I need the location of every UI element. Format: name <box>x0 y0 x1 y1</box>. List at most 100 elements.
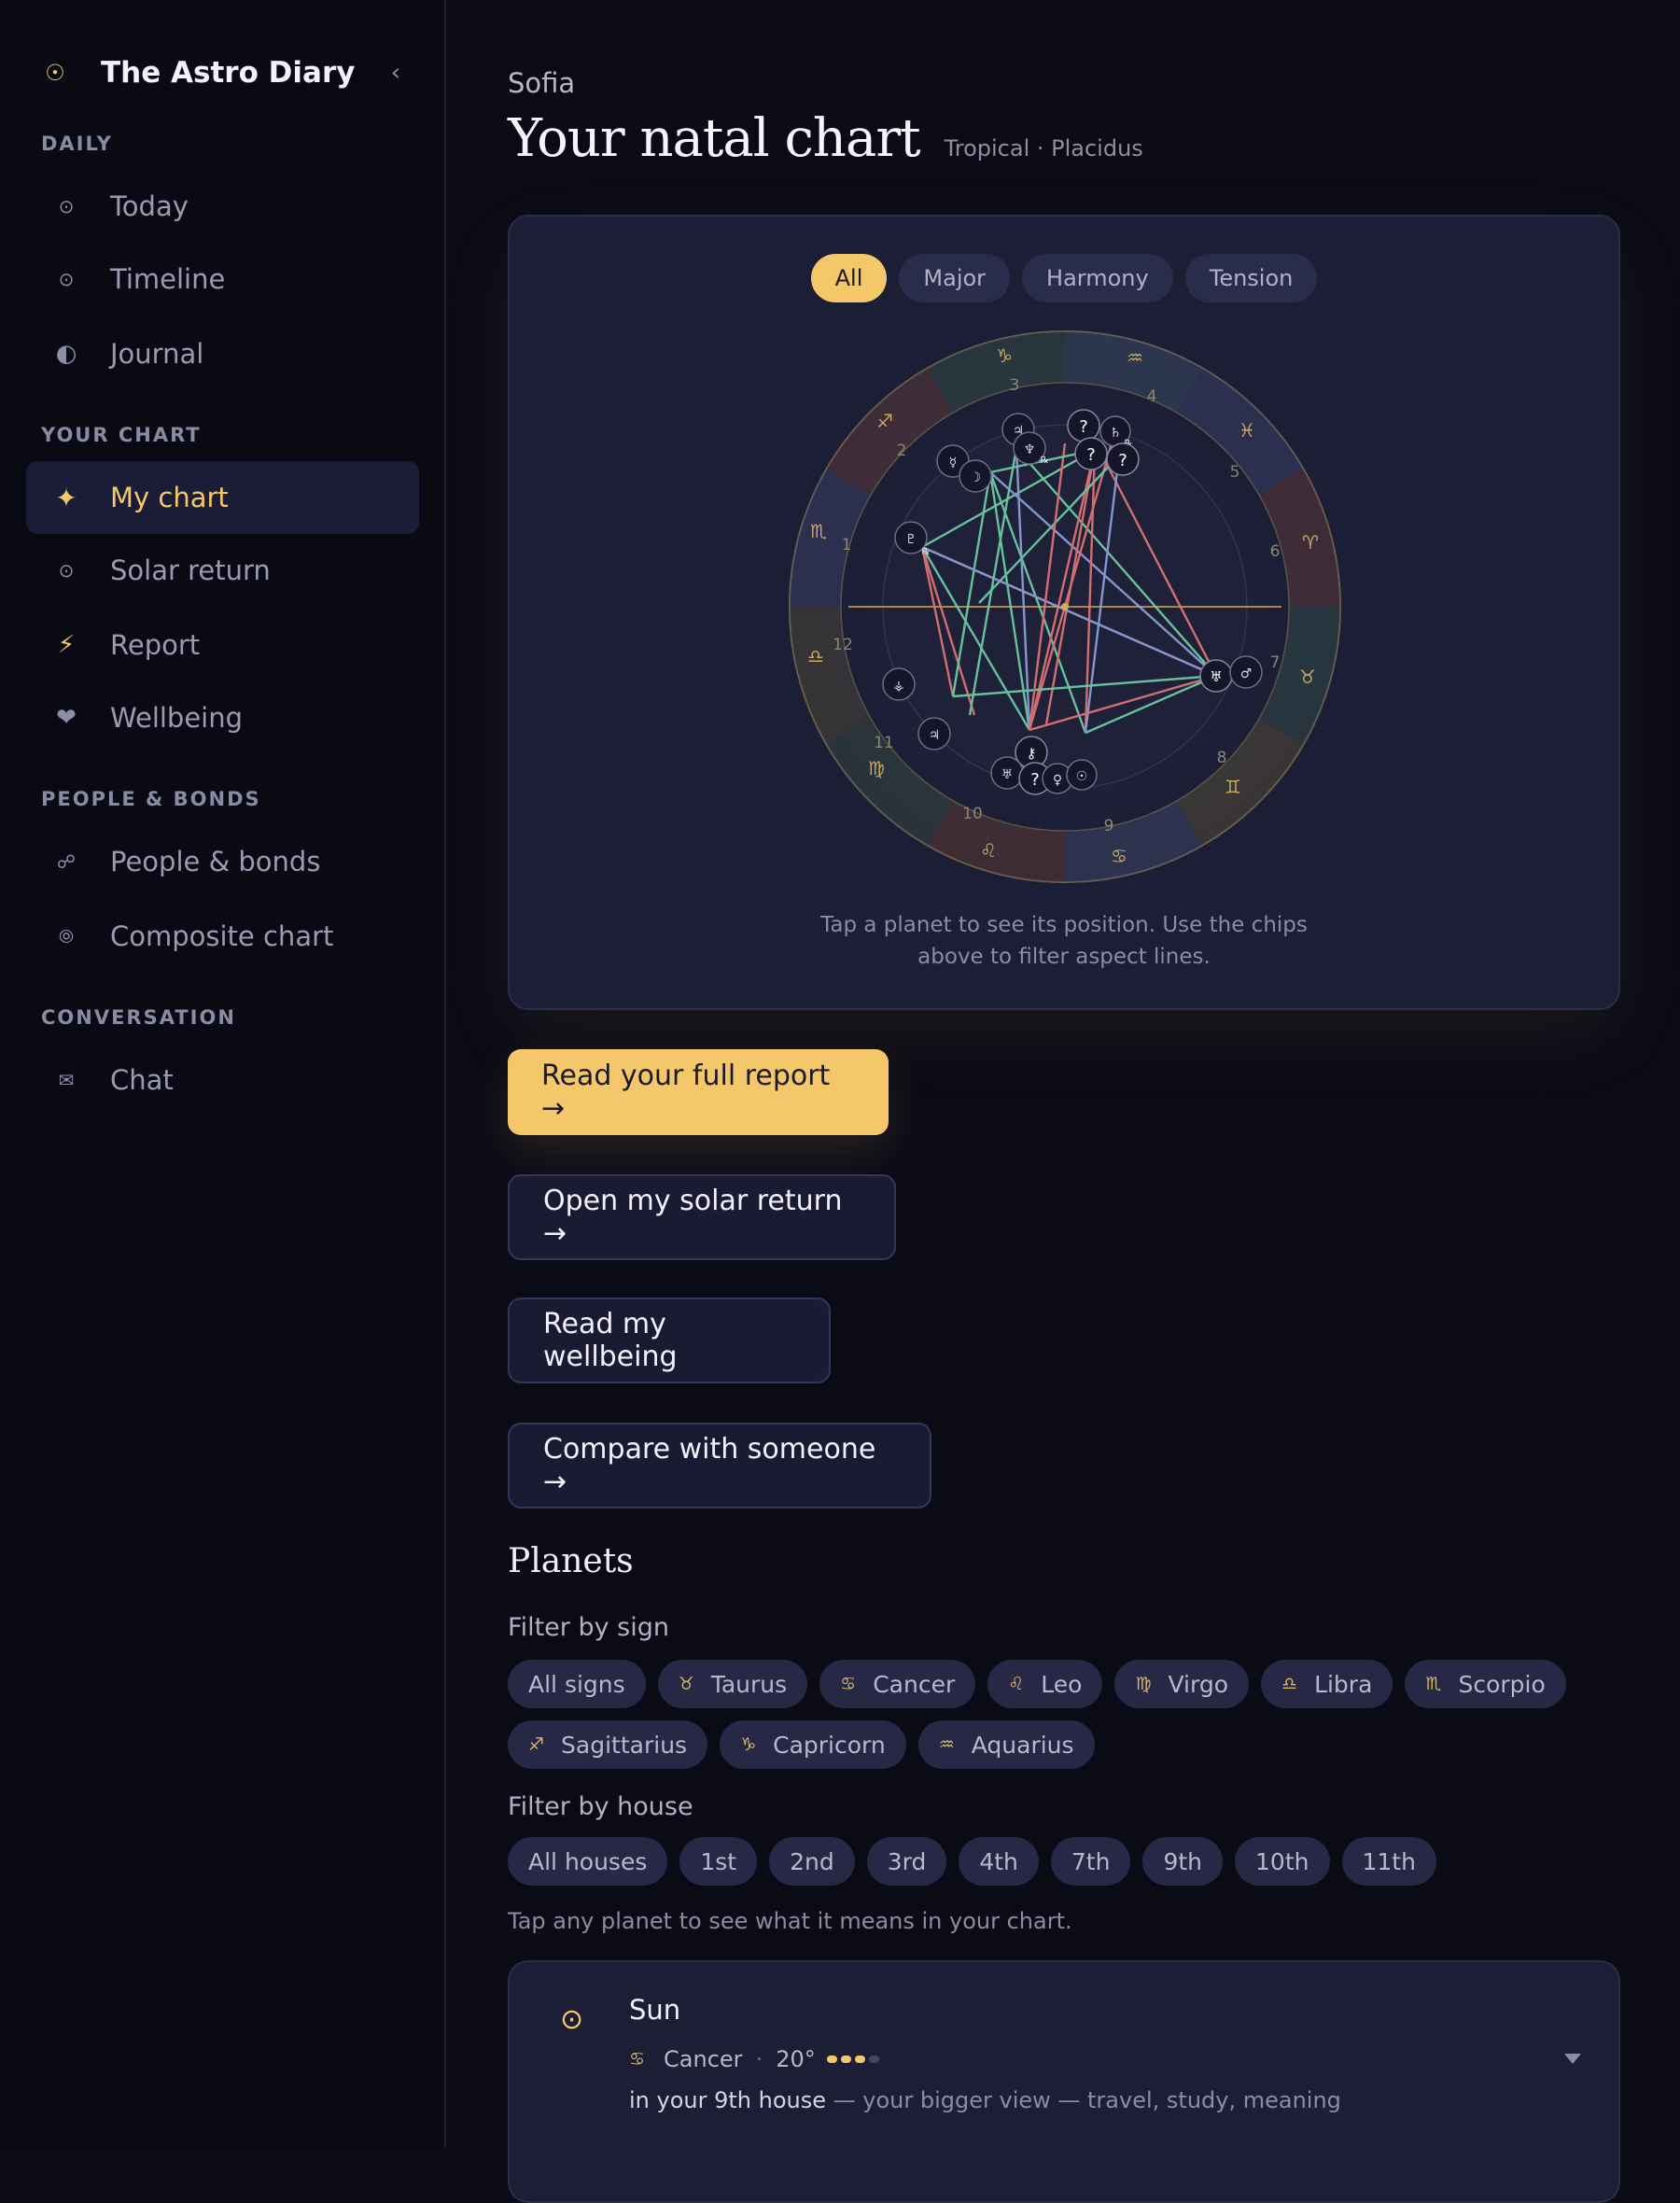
sidebar-item-timeline[interactable]: ⊙ Timeline <box>26 243 419 316</box>
sign-pill-aquarius[interactable]: ♒ Aquarius <box>917 1720 1095 1769</box>
aspect-chip-all[interactable]: All <box>810 254 888 302</box>
taurus-icon: ♉ <box>678 1674 694 1694</box>
read-wellbeing-button[interactable]: Read my wellbeing <box>508 1298 831 1383</box>
venus-uranus-marker[interactable]: ♅ <box>990 756 1024 790</box>
sidebar-item-today[interactable]: ⊙ Today <box>26 170 419 243</box>
house-pill-2nd[interactable]: 2nd <box>769 1837 855 1886</box>
pill-label: Taurus <box>710 1670 788 1698</box>
svg-text:℞: ℞ <box>1041 456 1049 466</box>
sign-pill-all[interactable]: All signs <box>508 1660 646 1708</box>
planet-name: Sun <box>629 1994 681 2026</box>
unknown-point-marker[interactable]: ? <box>1067 409 1100 442</box>
sidebar-section-conversation: CONVERSATION <box>41 1006 236 1029</box>
pill-label: Aquarius <box>971 1731 1074 1759</box>
brand[interactable]: ☉ The Astro Diary <box>41 49 355 97</box>
planet-house-desc: — your bigger view — travel, study, mean… <box>833 2087 1341 2113</box>
aspect-chip-harmony[interactable]: Harmony <box>1022 254 1173 302</box>
node-marker[interactable]: ♃ <box>917 717 951 751</box>
svg-text:♀: ♀ <box>1053 773 1062 788</box>
app-title: The Astro Diary <box>101 56 356 90</box>
uranus-marker[interactable]: ♅ <box>1199 659 1233 693</box>
aspect-chip-major[interactable]: Major <box>899 254 1011 302</box>
chevron-down-icon[interactable] <box>1564 2054 1581 2064</box>
svg-text:♄: ♄ <box>1110 426 1122 441</box>
svg-text:☉: ☉ <box>1076 769 1088 784</box>
strength-segment <box>826 2056 837 2063</box>
envelope-icon: ✉ <box>58 1069 75 1091</box>
sign-pill-taurus[interactable]: ♉ Taurus <box>657 1660 808 1708</box>
house-pill-10th[interactable]: 10th <box>1235 1837 1330 1886</box>
house-pill-4th[interactable]: 4th <box>959 1837 1039 1886</box>
capricorn-icon: ♑ <box>740 1734 757 1755</box>
sign-pill-capricorn[interactable]: ♑ Capricorn <box>720 1720 906 1769</box>
title-row: Your natal chart Tropical · Placidus <box>508 108 1143 169</box>
sign-pill-libra[interactable]: ♎ Libra <box>1261 1660 1393 1708</box>
sign-pill-sagittarius[interactable]: ♐ Sagittarius <box>508 1720 708 1769</box>
sidebar-item-chat[interactable]: ✉ Chat <box>26 1044 419 1116</box>
house-pill-9th[interactable]: 9th <box>1142 1837 1224 1886</box>
sidebar-item-wellbeing[interactable]: ❤ Wellbeing <box>26 681 419 754</box>
sun-marker[interactable]: ☉ <box>1066 759 1098 791</box>
pill-label: Leo <box>1041 1670 1083 1698</box>
libra-glyph-icon: ♎ <box>807 645 824 667</box>
sidebar-item-composite-chart[interactable]: ⦾ Composite chart <box>26 900 419 973</box>
moon-marker[interactable]: ☽ <box>959 459 992 493</box>
aquarius-icon: ♒ <box>938 1734 955 1755</box>
unknown-point-marker[interactable]: ? <box>1074 437 1108 470</box>
planets-heading: Planets <box>508 1542 634 1580</box>
chart-center-dot <box>1061 603 1069 610</box>
half-moon-icon: ◐ <box>55 340 77 368</box>
sidebar-item-report[interactable]: ⚡ Report <box>26 609 419 681</box>
house-number: 1 <box>842 536 852 554</box>
strength-segment <box>840 2056 851 2063</box>
strength-segment <box>868 2056 879 2063</box>
natal-chart-card: All Major Harmony Tension ♑ ♒ ♓ ♈ ♉ ♊ ♋ … <box>508 215 1620 1010</box>
house-pill-all[interactable]: All houses <box>508 1837 668 1886</box>
collapse-sidebar-button[interactable]: ‹ <box>379 52 413 93</box>
house-pill-7th[interactable]: 7th <box>1050 1837 1131 1886</box>
sidebar-item-people-bonds[interactable]: ☍ People & bonds <box>26 825 419 898</box>
sign-pill-virgo[interactable]: ♍ Virgo <box>1114 1660 1250 1708</box>
house-pill-11th[interactable]: 11th <box>1341 1837 1436 1886</box>
natal-chart-wheel[interactable]: ♑ ♒ ♓ ♈ ♉ ♊ ♋ ♌ ♍ ♎ ♏ ♐ 1 2 3 4 5 6 7 8 … <box>785 327 1345 887</box>
sign-pill-scorpio[interactable]: ♏ Scorpio <box>1405 1660 1566 1708</box>
house-pill-3rd[interactable]: 3rd <box>866 1837 947 1886</box>
unknown-point-marker[interactable]: ? <box>1106 442 1140 476</box>
taurus-glyph-icon: ♉ <box>1299 666 1316 688</box>
capricorn-glyph-icon: ♑ <box>996 344 1013 367</box>
read-full-report-button[interactable]: Read your full report → <box>508 1049 889 1135</box>
sign-filter-row: All signs ♉ Taurus ♋ Cancer ♌ Leo ♍ Virgo ♎ L… <box>508 1660 1620 1769</box>
aspect-filter-chips: All Major Harmony Tension <box>510 254 1618 302</box>
aspect-chip-tension[interactable]: Tension <box>1184 254 1318 302</box>
house-pill-1st[interactable]: 1st <box>679 1837 758 1886</box>
sign-pill-cancer[interactable]: ♋ Cancer <box>819 1660 976 1708</box>
house-number: 11 <box>874 734 894 752</box>
compare-with-someone-button[interactable]: Compare with someone → <box>508 1423 931 1508</box>
svg-text:⚶: ⚶ <box>893 679 904 694</box>
mars-marker[interactable]: ♂ <box>1229 655 1263 689</box>
pisces-glyph-icon: ♓ <box>1239 419 1255 442</box>
pill-label: Cancer <box>873 1670 956 1698</box>
sidebar: ☉ The Astro Diary ‹ DAILY ⊙ Today ⊙ Time… <box>0 0 446 2147</box>
aquarius-glyph-icon: ♒ <box>1127 346 1143 369</box>
sidebar-item-label: Report <box>110 629 201 661</box>
strength-meter <box>826 2056 879 2063</box>
sidebar-item-my-chart[interactable]: ✦ My chart <box>26 461 419 534</box>
chart-system: Tropical · Placidus <box>944 135 1143 161</box>
svg-text:♅: ♅ <box>1210 668 1222 685</box>
sidebar-section-people: PEOPLE & BONDS <box>41 788 261 810</box>
midheaven-marker[interactable]: ⚶ <box>882 667 916 701</box>
house-filter-label: Filter by house <box>508 1792 693 1821</box>
sidebar-item-label: People & bonds <box>110 846 321 877</box>
separator: · <box>755 2046 763 2072</box>
sidebar-item-solar-return[interactable]: ⊙ Solar return <box>26 534 419 607</box>
virgo-icon: ♍ <box>1135 1674 1152 1694</box>
pill-label: Scorpio <box>1458 1670 1546 1698</box>
open-solar-return-button[interactable]: Open my solar return → <box>508 1174 896 1260</box>
planet-position: ♋ Cancer · 20° <box>629 2046 879 2072</box>
house-number: 6 <box>1270 542 1281 561</box>
planet-card-sun[interactable]: ⊙ Sun ♋ Cancer · 20° in your 9th house —… <box>508 1960 1620 2203</box>
sign-pill-leo[interactable]: ♌ Leo <box>987 1660 1103 1708</box>
svg-text:?: ? <box>1079 417 1088 437</box>
sidebar-item-journal[interactable]: ◐ Journal <box>26 317 419 390</box>
